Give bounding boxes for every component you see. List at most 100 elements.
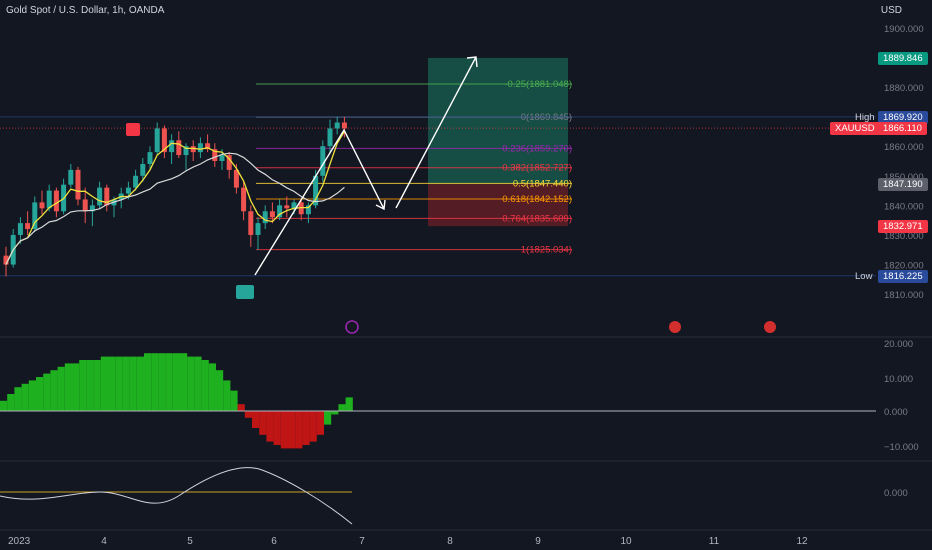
histogram-bar [36, 377, 44, 411]
candle [154, 128, 160, 153]
candle [255, 223, 261, 235]
histogram-bar [172, 353, 180, 411]
fib-level-label: 0.382(1852.727) [502, 163, 572, 174]
histogram-bar [0, 400, 8, 411]
candle [341, 122, 347, 129]
histogram-bar [194, 356, 202, 411]
histogram-bar [223, 380, 231, 411]
oscillator2-axis-label: 0.000 [884, 488, 908, 499]
histogram-bar [129, 356, 137, 411]
time-axis-label: 11 [709, 536, 720, 547]
price-tag-low: 1816.225 [878, 269, 928, 283]
histogram-bar [331, 411, 339, 415]
histogram-bar [324, 411, 332, 425]
candle [140, 163, 146, 176]
price-axis-label: 1810.000 [884, 290, 924, 301]
fib-level-label: 0.236(1859.270) [502, 143, 572, 154]
symbol-title[interactable]: Gold Spot / U.S. Dollar, 1h, OANDA [6, 5, 164, 16]
histogram-bar [259, 411, 267, 435]
histogram-bar [57, 366, 65, 411]
time-axis-label: 8 [447, 536, 453, 547]
price-tag-tp: 1889.846 [878, 51, 928, 65]
us-flag-event-icon [669, 321, 681, 333]
fib-level-label: 0.764(1835.609) [502, 213, 572, 224]
time-axis-label: 2023 [8, 536, 31, 547]
histogram-bar [151, 353, 159, 411]
price-axis-label: 1880.000 [884, 83, 924, 94]
histogram-bar [244, 411, 252, 418]
histogram-bar [50, 370, 58, 411]
price-axis-label: 1840.000 [884, 201, 924, 212]
histogram-bar [288, 411, 296, 449]
histogram-bar [237, 404, 245, 411]
histogram-bar [230, 390, 238, 411]
candle [284, 205, 290, 209]
candle [125, 187, 131, 194]
histogram-bar [302, 411, 310, 445]
histogram-bar [136, 356, 144, 411]
sell-marker [126, 123, 140, 136]
candle [75, 169, 81, 200]
time-axis-label: 10 [620, 536, 632, 547]
chart-canvas[interactable]: -0.25(1881.048) 0(1869.845) 0.236(1859.270… [0, 0, 932, 550]
candle [248, 211, 254, 235]
candle [269, 211, 275, 218]
candle [25, 223, 31, 230]
event-flash-icon [345, 320, 359, 334]
histogram-bar [64, 363, 72, 411]
histogram-bar [100, 356, 108, 411]
candle [176, 140, 182, 156]
candle [46, 190, 52, 209]
histogram-bar [93, 360, 101, 411]
time-axis-label: 5 [187, 536, 193, 547]
oscillator-line [0, 467, 353, 525]
histogram-bar [273, 411, 281, 445]
histogram-bar [295, 411, 303, 449]
price-axis-label: 1900.000 [884, 24, 924, 35]
histogram-bar [158, 353, 166, 411]
price-tag-label-xauusd: XAUUSD [830, 122, 880, 136]
price-tag-entry: 1847.190 [878, 178, 928, 192]
fib-level-label: -0.25(1881.048) [504, 79, 572, 90]
oscillator-axis-label: −10.000 [884, 442, 919, 453]
histogram-bar [216, 370, 224, 411]
candle [241, 187, 247, 212]
histogram-bar [208, 363, 216, 411]
price-tag-sl: 1832.971 [878, 220, 928, 234]
candle [82, 199, 88, 212]
candle [17, 223, 23, 235]
fib-level-label: 0.5(1847.440) [513, 178, 572, 189]
histogram-bar [266, 411, 274, 442]
histogram-bar [122, 356, 130, 411]
histogram-bar [108, 356, 116, 411]
candle [197, 143, 203, 153]
oscillator-axis-label: 0.000 [884, 407, 908, 418]
fib-level-label: 0.618(1842.152) [502, 194, 572, 205]
price-axis-label: 1860.000 [884, 142, 924, 153]
candle [219, 155, 225, 161]
time-axis-label: 7 [359, 536, 365, 547]
candle [68, 169, 74, 185]
histogram-bar [72, 363, 80, 411]
candle [262, 211, 268, 224]
histogram-bar [14, 387, 22, 411]
time-axis-label: 6 [271, 536, 277, 547]
oscillator-axis-label: 10.000 [884, 374, 913, 385]
candle [133, 175, 139, 188]
histogram-bar [309, 411, 317, 442]
us-flag-event-icon [764, 321, 776, 333]
candle [327, 128, 333, 147]
buy-marker [236, 285, 254, 299]
histogram-bar [115, 356, 123, 411]
candle [97, 187, 103, 206]
histogram-bar [21, 383, 29, 411]
histogram-bar [201, 360, 209, 411]
fib-level-label: 0(1869.845) [521, 112, 572, 123]
price-tag-label-low: Low [855, 270, 873, 282]
histogram-bar [187, 356, 195, 411]
histogram-bar [180, 353, 188, 411]
oscillator-axis-label: 20.000 [884, 339, 913, 350]
histogram-bar [7, 394, 15, 411]
histogram-bar [280, 411, 288, 449]
candle [53, 190, 59, 212]
